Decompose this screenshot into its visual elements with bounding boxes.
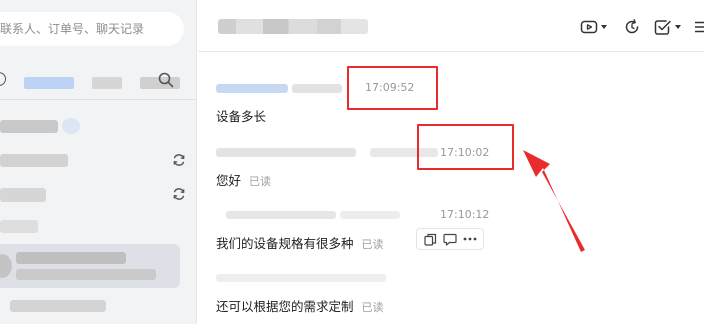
sync-icon[interactable] <box>172 187 186 201</box>
search-icon[interactable] <box>157 71 175 89</box>
blurred-contact-name <box>16 252 126 264</box>
search-box[interactable] <box>0 12 184 46</box>
refresh-icon <box>625 19 639 34</box>
read-status: 已读 <box>249 175 272 188</box>
highlight-box-timestamp-2 <box>417 124 514 170</box>
read-status: 已读 <box>361 238 384 251</box>
message-timestamp: 17:10:12 <box>440 208 490 221</box>
sidebar-tabs <box>0 60 196 100</box>
tab-2[interactable] <box>92 77 122 89</box>
task-check-button[interactable] <box>653 16 681 38</box>
blurred-contact-name <box>10 300 106 312</box>
video-call-icon <box>580 20 598 34</box>
message-meta <box>216 272 416 286</box>
more-button[interactable] <box>461 230 479 248</box>
refresh-button[interactable] <box>623 16 641 38</box>
chat-list-item[interactable] <box>0 112 196 142</box>
video-call-button[interactable] <box>580 16 607 38</box>
message-row: 还可以根据您的需求定制 已读 <box>216 296 384 315</box>
read-status: 已读 <box>361 301 384 314</box>
message-action-bar <box>416 228 484 250</box>
quote-button[interactable] <box>441 230 459 248</box>
blurred-contact-name <box>0 154 68 167</box>
chat-list-item[interactable] <box>0 214 196 240</box>
chat-list-item[interactable] <box>0 292 196 324</box>
tab-1[interactable] <box>24 77 74 89</box>
message-meta <box>216 146 446 160</box>
menu-button[interactable] <box>694 16 704 38</box>
blurred-contact-name <box>0 120 58 133</box>
message-text[interactable]: 还可以根据您的需求定制 <box>216 299 354 314</box>
blurred-sender-tag <box>340 211 400 219</box>
chat-list-item-selected[interactable] <box>0 244 180 288</box>
chat-pane: 17:09:52 设备多长 17:10:02 您好 已读 17:10:12 我们的… <box>198 0 704 324</box>
avatar <box>0 254 12 278</box>
quote-icon <box>443 233 457 246</box>
chat-header <box>198 0 704 52</box>
message-text[interactable]: 我们的设备规格有很多种 <box>216 236 354 251</box>
chevron-down-icon <box>601 25 607 29</box>
blurred-contact-name <box>0 188 46 202</box>
menu-icon <box>695 21 704 33</box>
blurred-contact-name <box>0 220 38 233</box>
more-icon <box>463 237 477 241</box>
copy-icon <box>423 233 436 246</box>
message-meta <box>226 209 426 223</box>
blurred-sender-name <box>216 148 356 157</box>
chevron-down-icon <box>675 25 681 29</box>
blurred-chat-title <box>218 19 368 34</box>
blurred-sender-tag <box>292 84 342 93</box>
blurred-sender-name <box>216 84 288 93</box>
search-input[interactable] <box>0 12 180 46</box>
sidebar <box>0 0 197 324</box>
message-row: 我们的设备规格有很多种 已读 <box>216 233 384 252</box>
message-text[interactable]: 您好 <box>216 173 241 188</box>
message-text[interactable]: 设备多长 <box>216 106 266 125</box>
checkbox-icon <box>654 20 671 35</box>
blurred-sender-name <box>216 274 386 282</box>
status-ring-icon[interactable] <box>0 72 6 86</box>
blurred-sender-name <box>226 211 336 219</box>
chat-list-item[interactable] <box>0 146 196 176</box>
blurred-contact-tag <box>62 118 80 134</box>
highlight-box-timestamp-1 <box>347 66 438 110</box>
chat-list-item[interactable] <box>0 180 196 210</box>
copy-button[interactable] <box>421 230 439 248</box>
sync-icon[interactable] <box>172 153 186 167</box>
message-row: 您好 已读 <box>216 170 271 189</box>
blurred-contact-preview <box>16 269 156 280</box>
